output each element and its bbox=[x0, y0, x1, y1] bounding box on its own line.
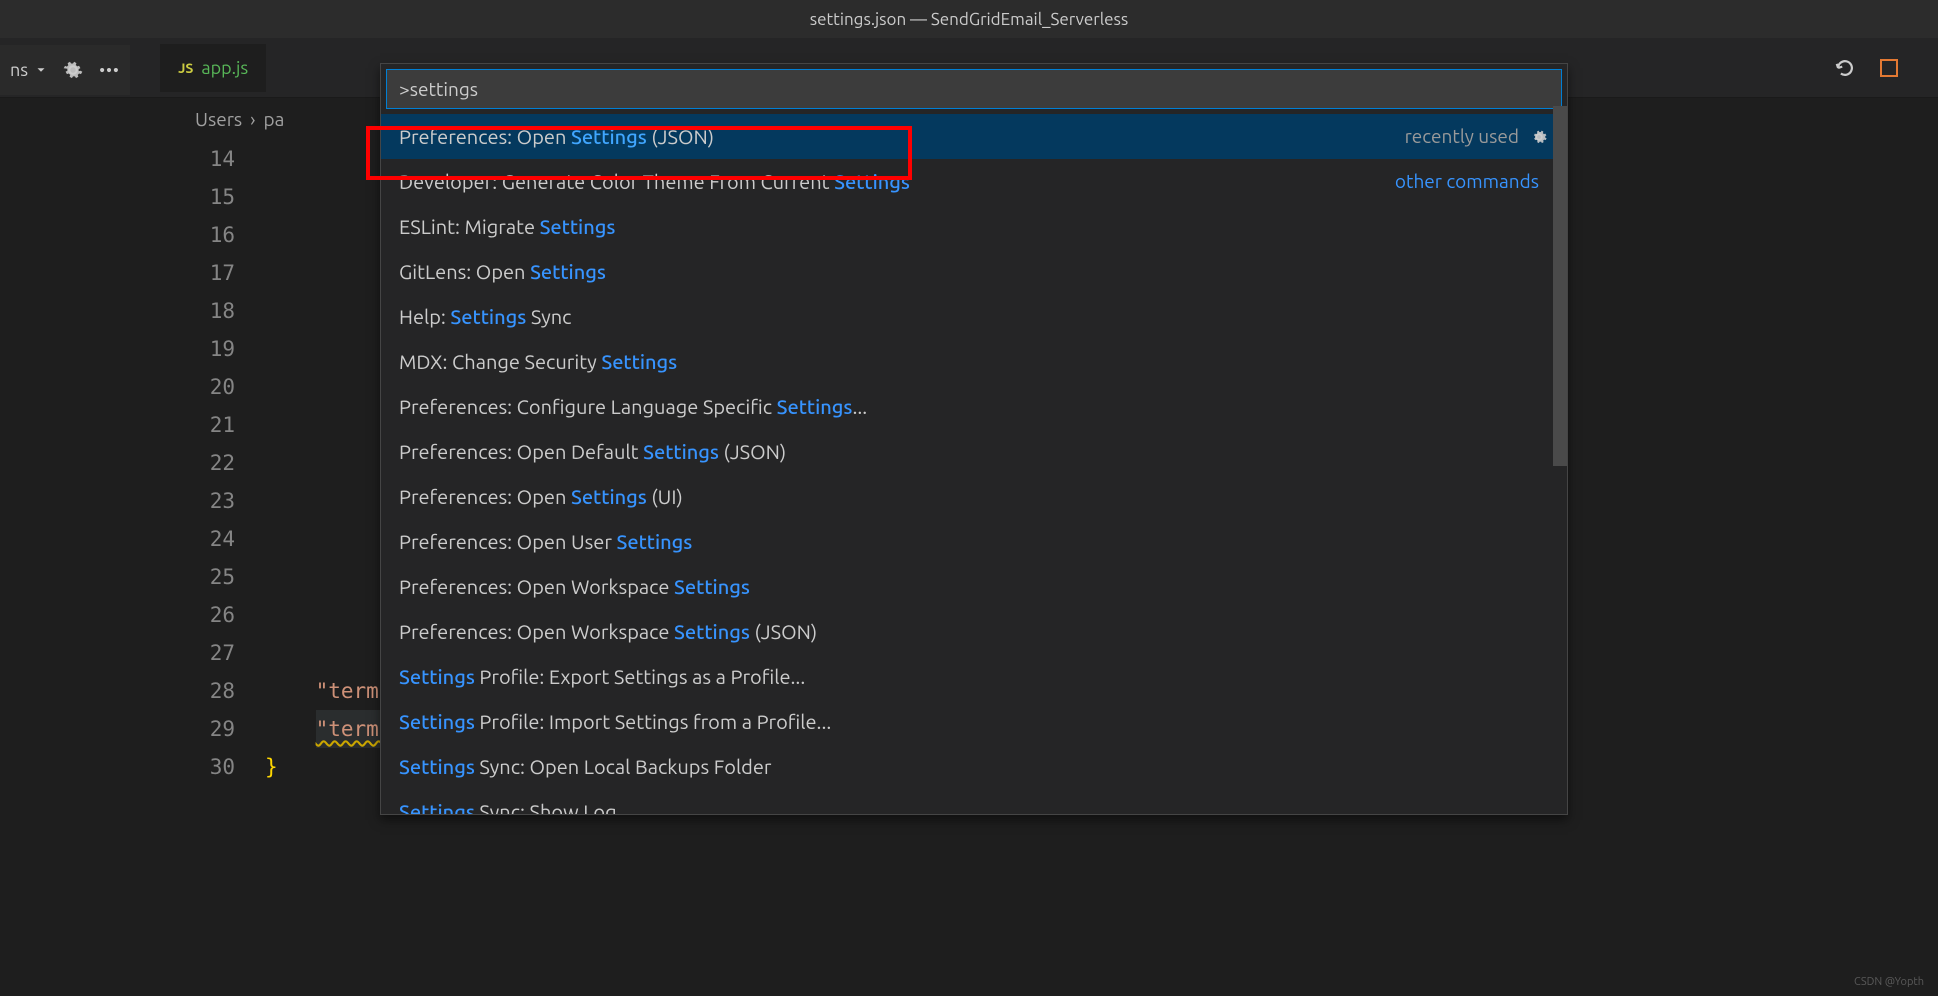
command-item-label: GitLens: Open Settings bbox=[399, 255, 1549, 288]
line-number: 27 bbox=[175, 634, 235, 672]
command-item[interactable]: Preferences: Open Workspace Settings (JS… bbox=[381, 609, 1567, 654]
line-number: 21 bbox=[175, 406, 235, 444]
gear-icon[interactable] bbox=[1529, 127, 1549, 147]
line-number: 16 bbox=[175, 216, 235, 254]
line-number: 28 bbox=[175, 672, 235, 710]
command-item[interactable]: Preferences: Open Settings (JSON)recentl… bbox=[381, 114, 1567, 159]
command-item-label: Help: Settings Sync bbox=[399, 300, 1549, 333]
command-list: Preferences: Open Settings (JSON)recentl… bbox=[381, 114, 1567, 814]
line-number: 18 bbox=[175, 292, 235, 330]
revert-icon[interactable] bbox=[1834, 57, 1856, 79]
line-number: 25 bbox=[175, 558, 235, 596]
command-item-label: ESLint: Migrate Settings bbox=[399, 210, 1549, 243]
line-number: 20 bbox=[175, 368, 235, 406]
breadcrumb-segment: pa bbox=[264, 108, 285, 130]
stop-icon[interactable] bbox=[1880, 59, 1898, 77]
scrollbar-track bbox=[1553, 114, 1567, 706]
scrollbar-thumb[interactable] bbox=[1553, 114, 1567, 466]
window-title-bar: settings.json — SendGridEmail_Serverless bbox=[0, 0, 1938, 38]
command-item[interactable]: MDX: Change Security Settings bbox=[381, 339, 1567, 384]
command-item-label: Settings Sync: Show Log bbox=[399, 795, 1549, 814]
more-icon[interactable] bbox=[98, 59, 120, 81]
breadcrumb-segment: Users bbox=[195, 108, 242, 130]
command-item-label: Preferences: Open Settings (JSON) bbox=[399, 120, 1405, 153]
tab-label: app.js bbox=[201, 58, 248, 78]
command-item[interactable]: ESLint: Migrate Settings bbox=[381, 204, 1567, 249]
command-item[interactable]: Developer: Generate Color Theme From Cur… bbox=[381, 159, 1567, 204]
line-number: 19 bbox=[175, 330, 235, 368]
command-item-label: Preferences: Open Workspace Settings (JS… bbox=[399, 615, 1549, 648]
command-item-meta: other commands bbox=[1395, 166, 1539, 197]
command-item[interactable]: Settings Profile: Import Settings from a… bbox=[381, 699, 1567, 744]
command-item-meta: recently used bbox=[1405, 121, 1519, 152]
toolbar-right bbox=[1834, 57, 1938, 79]
command-item[interactable]: Preferences: Configure Language Specific… bbox=[381, 384, 1567, 429]
command-item-label: Preferences: Open Default Settings (JSON… bbox=[399, 435, 1549, 468]
command-item-label: Settings Sync: Open Local Backups Folder bbox=[399, 750, 1549, 783]
watermark: CSDN @Yopth bbox=[1854, 976, 1924, 988]
line-number: 22 bbox=[175, 444, 235, 482]
command-item-label: Preferences: Open Settings (UI) bbox=[399, 480, 1549, 513]
line-number: 30 bbox=[175, 748, 235, 786]
command-item[interactable]: GitLens: Open Settings bbox=[381, 249, 1567, 294]
sidebar-space bbox=[0, 98, 175, 996]
gear-icon[interactable] bbox=[62, 59, 84, 81]
line-number: 23 bbox=[175, 482, 235, 520]
command-item[interactable]: Help: Settings Sync bbox=[381, 294, 1567, 339]
command-item[interactable]: Preferences: Open Workspace Settings bbox=[381, 564, 1567, 609]
command-palette: Preferences: Open Settings (JSON)recentl… bbox=[380, 63, 1568, 815]
window-title: settings.json — SendGridEmail_Serverless bbox=[810, 10, 1129, 29]
command-item[interactable]: Settings Profile: Export Settings as a P… bbox=[381, 654, 1567, 699]
command-item-label: Preferences: Configure Language Specific… bbox=[399, 390, 1549, 423]
line-number: 14 bbox=[175, 140, 235, 178]
command-item-label: Developer: Generate Color Theme From Cur… bbox=[399, 165, 1395, 198]
ns-dropdown[interactable]: ns bbox=[10, 60, 48, 80]
line-number: 17 bbox=[175, 254, 235, 292]
command-item[interactable]: Preferences: Open Settings (UI) bbox=[381, 474, 1567, 519]
editor-tabs: JS app.js bbox=[160, 44, 266, 92]
command-item[interactable]: Preferences: Open User Settings bbox=[381, 519, 1567, 564]
command-item[interactable]: Preferences: Open Default Settings (JSON… bbox=[381, 429, 1567, 474]
command-input[interactable] bbox=[386, 69, 1562, 109]
command-item-label: Settings Profile: Export Settings as a P… bbox=[399, 660, 1549, 693]
command-item-label: Settings Profile: Import Settings from a… bbox=[399, 705, 1549, 738]
line-number: 24 bbox=[175, 520, 235, 558]
command-item[interactable]: Settings Sync: Show Log bbox=[381, 789, 1567, 814]
line-number: 29 bbox=[175, 710, 235, 748]
line-number: 26 bbox=[175, 596, 235, 634]
left-controls: ns bbox=[0, 45, 130, 95]
line-number: 15 bbox=[175, 178, 235, 216]
command-item-label: MDX: Change Security Settings bbox=[399, 345, 1549, 378]
chevron-down-icon bbox=[34, 63, 48, 77]
command-item[interactable]: Settings Sync: Open Local Backups Folder bbox=[381, 744, 1567, 789]
command-item-label: Preferences: Open User Settings bbox=[399, 525, 1549, 558]
js-file-icon: JS bbox=[178, 60, 193, 76]
command-item-label: Preferences: Open Workspace Settings bbox=[399, 570, 1549, 603]
tab-app-js[interactable]: JS app.js bbox=[160, 44, 266, 92]
line-numbers-gutter: 1415161718192021222324252627282930 bbox=[175, 140, 265, 786]
